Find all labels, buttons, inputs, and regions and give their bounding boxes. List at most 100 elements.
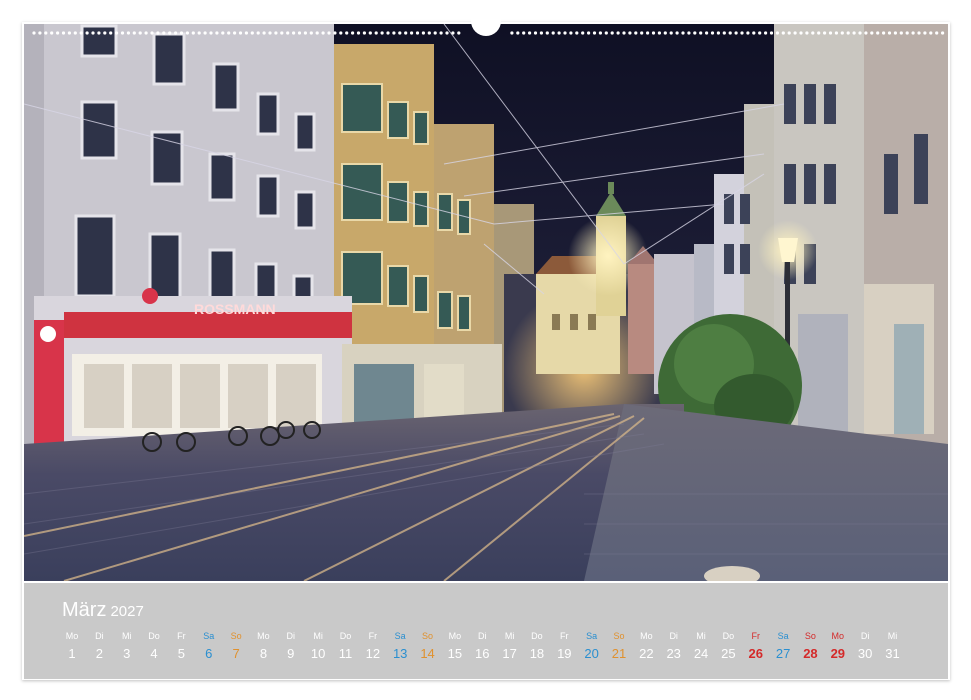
binding-hole (421, 31, 425, 35)
binding-hole (244, 31, 248, 35)
day-number: 10 (310, 646, 326, 661)
day-of-week: Do (531, 631, 543, 641)
day-row: Mo 1 Di 2 Mi 3 Do 4 Fr 5 Sa 6 So 7 Mo 8 Di 9 Mi 10 Do 11 Fr 12 S… (58, 631, 938, 671)
rossmann-sign: ROSSMANN (194, 301, 276, 317)
binding-hole (197, 31, 201, 35)
binding-hole (227, 31, 231, 35)
day-number: 3 (123, 646, 131, 661)
binding-hole (551, 31, 555, 35)
binding-hole (899, 31, 903, 35)
day-cell: Do 18 (523, 631, 551, 661)
binding-hole (905, 31, 909, 35)
day-number: 18 (529, 646, 545, 661)
day-cell: Mo 15 (441, 631, 469, 661)
binding-hole (73, 31, 77, 35)
binding-hole (67, 31, 71, 35)
day-number: 19 (557, 646, 572, 661)
binding-hole (581, 31, 585, 35)
binding-hole (427, 31, 431, 35)
binding-hole (56, 31, 60, 35)
day-number: 16 (475, 646, 490, 661)
day-number: 8 (259, 646, 268, 661)
day-number: 24 (693, 646, 709, 661)
day-cell: Mi 17 (496, 631, 524, 661)
binding-hole (126, 31, 130, 35)
day-cell: Do 25 (714, 631, 742, 661)
binding-hole (587, 31, 591, 35)
binding-hole (238, 31, 243, 35)
day-number: 6 (205, 646, 213, 661)
calendar-strip: März 2027 Mo 1 Di 2 Mi 3 Do 4 Fr 5 Sa 6 So 7 Mo 8 Di 9 Mi 10… (24, 583, 948, 679)
day-number: 20 (584, 646, 599, 661)
binding-hole (823, 31, 827, 35)
day-cell: Mo 29 (824, 631, 852, 661)
binding-hole (716, 31, 721, 35)
binding-hole (699, 31, 703, 35)
day-cell: So 14 (414, 631, 442, 661)
binding-hole (150, 31, 154, 35)
day-number: 11 (338, 646, 353, 661)
day-of-week: Mi (313, 631, 323, 641)
day-cell: Sa 20 (578, 631, 606, 661)
day-cell: Mi 31 (879, 631, 907, 661)
day-of-week: Di (95, 631, 104, 641)
day-of-week: Sa (203, 631, 215, 641)
binding-hole (415, 31, 420, 35)
binding-hole (533, 31, 538, 35)
day-of-week: So (230, 631, 242, 641)
day-cell: Do 4 (140, 631, 168, 661)
binding-hole (97, 31, 101, 35)
day-cell: Mi 24 (687, 631, 715, 661)
binding-hole (758, 31, 762, 35)
day-cell: Sa 6 (195, 631, 223, 661)
binding-hole (793, 31, 797, 35)
binding-hole (221, 31, 225, 35)
binding-hole (433, 31, 437, 35)
day-of-week: Sa (777, 631, 789, 641)
binding-hole (805, 31, 809, 35)
binding-hole (404, 31, 408, 35)
binding-hole (657, 31, 662, 35)
day-cell: Sa 27 (769, 631, 797, 661)
binding-hole (439, 31, 443, 35)
day-cell: Mi 10 (304, 631, 332, 661)
binding-hole (705, 31, 709, 35)
day-of-week: Di (860, 631, 870, 641)
binding-hole (852, 31, 856, 35)
binding-hole (628, 31, 632, 35)
day-number: 21 (611, 646, 627, 661)
binding-hole (528, 31, 532, 35)
binding-hole (693, 31, 697, 35)
binding-hole (85, 31, 89, 35)
binding-hole (710, 31, 715, 35)
binding-hole (675, 31, 679, 35)
binding-hole (303, 31, 307, 35)
binding-hole (356, 31, 361, 35)
binding-hole (162, 31, 166, 35)
day-of-week: Mo (448, 631, 462, 641)
day-of-week: Mi (696, 631, 706, 641)
day-number: 12 (365, 646, 381, 661)
binding-hole (91, 31, 95, 35)
binding-hole (616, 31, 620, 35)
binding-hole (787, 31, 791, 35)
binding-hole (545, 31, 549, 35)
binding-hole (622, 31, 626, 35)
day-of-week: Di (478, 631, 487, 641)
day-of-week: Mi (121, 631, 132, 641)
day-number: 17 (502, 646, 517, 661)
day-of-week: Fr (560, 631, 569, 641)
binding-hole (392, 31, 396, 35)
day-number: 13 (392, 646, 408, 661)
day-number: 29 (830, 646, 846, 661)
binding-hole (191, 31, 195, 35)
binding-hole (292, 31, 296, 35)
binding-hole (386, 31, 390, 35)
binding-hole (746, 31, 750, 35)
binding-hole (156, 31, 160, 35)
binding-hole (557, 31, 561, 35)
binding-hole (250, 31, 254, 35)
binding-hole (563, 31, 567, 35)
binding-hole (144, 31, 148, 35)
binding-hole (268, 31, 272, 35)
